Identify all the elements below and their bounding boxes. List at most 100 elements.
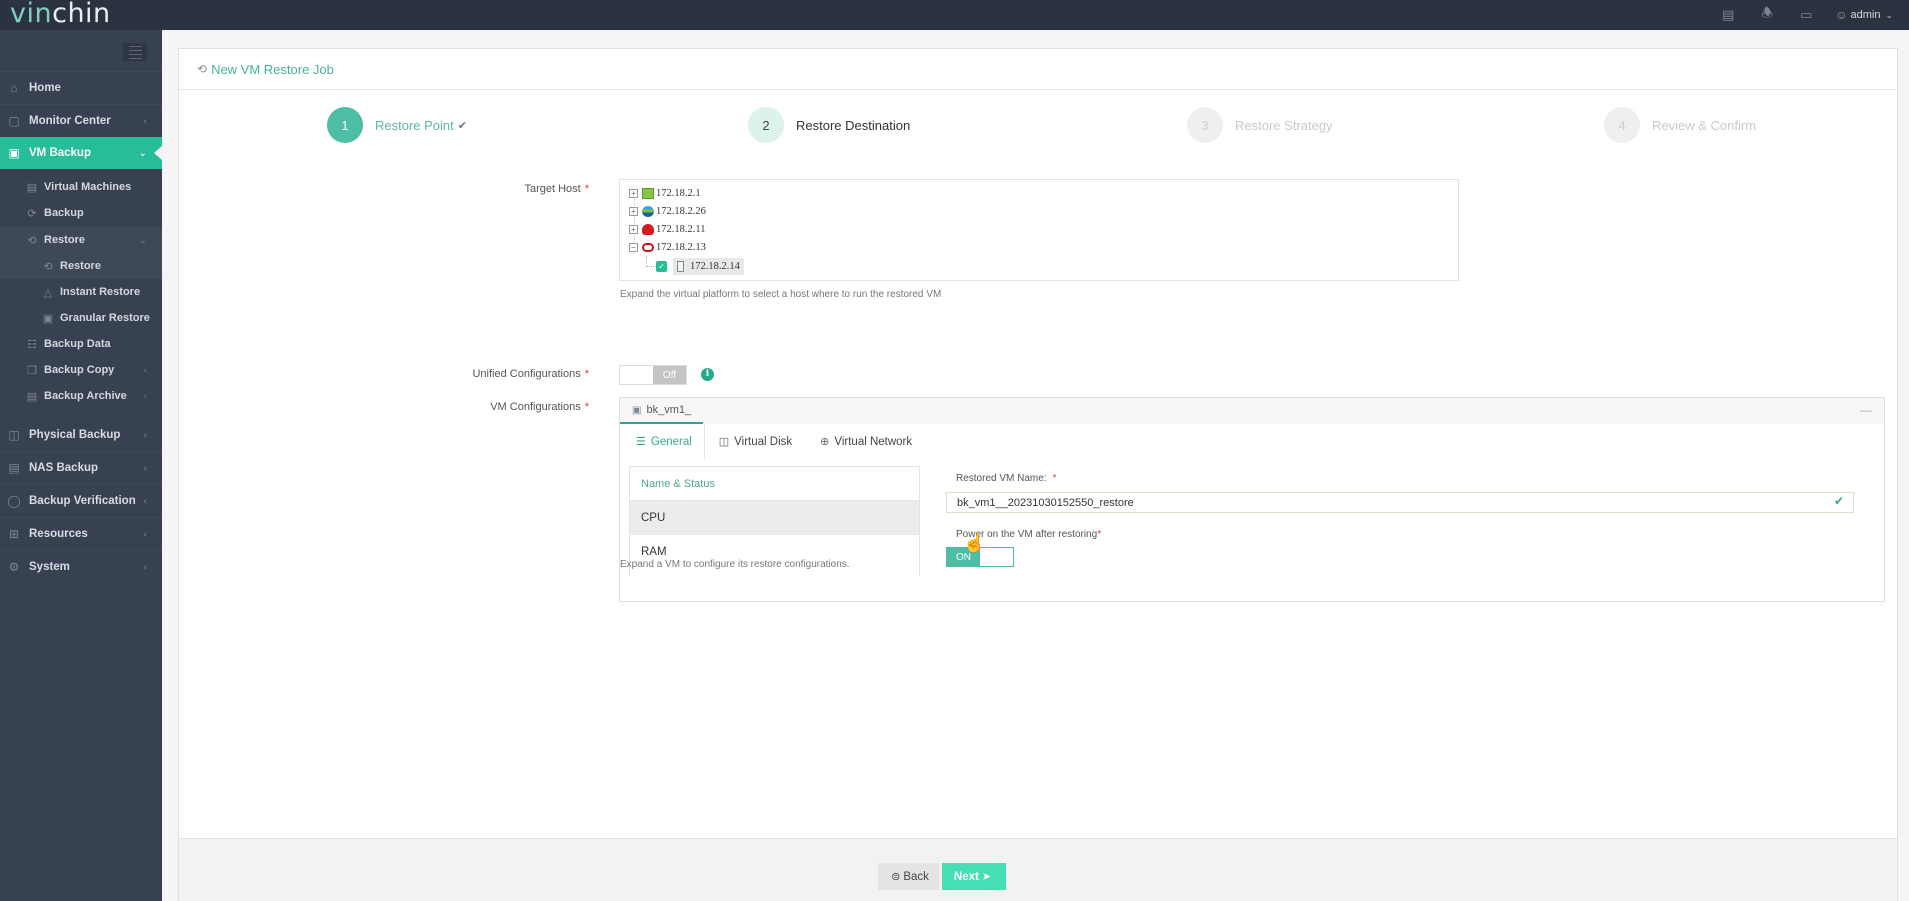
chevron-left-icon: ‹ [143,429,147,441]
panel-header: ⟲ New VM Restore Job [179,49,1897,90]
sidebar-item-instant-restore[interactable]: △ Instant Restore [0,279,162,305]
server-icon [677,260,684,272]
unified-config-toggle[interactable]: Off [619,365,687,385]
tree-node[interactable]: − 172.18.2.13 [629,239,706,255]
unified-config-label: Unified Configurations * [472,368,589,380]
vm-config-hint: Expand a VM to configure its restore con… [620,559,850,570]
rocket-icon: △ [43,286,53,299]
valid-check-icon: ✔ [1834,494,1845,508]
chevron-left-icon: ‹ [143,561,147,573]
globe-icon: ⊕ [820,436,830,448]
restore-icon: ⟲ [43,260,53,273]
collapse-button[interactable]: — [1860,403,1872,417]
target-host-tree: + 172.18.2.1 + 172.18.2.26 + 172.18.2.11… [619,179,1459,281]
step-number: 1 [327,107,363,143]
target-host-hint: Expand the virtual platform to select a … [620,289,942,300]
restore-job-panel: ⟲ New VM Restore Job 1 Restore Point ✔ 2… [178,48,1898,901]
vm-tab[interactable]: ▣ bk_vm1_ [620,398,703,424]
redhat-icon [642,223,654,235]
floppy-disk-icon: ◫ [718,436,730,448]
username: admin [1850,9,1881,21]
refresh-icon: ⟳ [27,207,37,220]
tab-virtual-disk[interactable]: ◫ Virtual Disk [705,424,806,459]
vm-config-label: VM Configurations * [490,401,589,413]
sidebar-item-virtual-machines[interactable]: ▤ Virtual Machines [0,174,162,200]
collapse-icon[interactable]: − [629,242,638,252]
user-icon: ☺ [1835,8,1848,22]
vinchin-logo[interactable]: vinchin [10,0,111,29]
next-button[interactable]: Next ➤ [942,863,1006,890]
sidebar-item-backup-data[interactable]: ☷ Backup Data [0,331,162,357]
step-restore-point: 1 Restore Point ✔ [327,107,467,143]
chevron-down-icon: ⌄ [138,234,147,246]
sidebar: ⌂ Home ▢ Monitor Center ‹ ▣ VM Backup ⌄ … [0,30,162,901]
chevron-down-icon: ⌄ [1885,9,1893,20]
bell-icon[interactable]: 🕭 [1757,5,1777,25]
resources-icon: ⊞ [8,527,20,541]
step-label: Restore Point [375,117,454,133]
monitor-center-icon: ▢ [8,114,20,128]
sidebar-item-resources[interactable]: ⊞ Resources ‹ [0,518,162,550]
hand-cursor-icon: ☝ [963,533,986,553]
vm-icon: ▣ [8,146,20,160]
sidebar-item-nas-backup[interactable]: ▤ NAS Backup ‹ [0,452,162,484]
list-item-cpu[interactable]: CPU [630,501,919,535]
task-list-icon[interactable]: ▤ [1718,5,1738,25]
vm-config-box: ▣ bk_vm1_ — ☰ General ◫ Virtual Disk ⊕ V… [619,397,1885,602]
checkbox-checked[interactable]: ✓ [656,260,667,272]
expand-icon[interactable]: + [629,224,638,234]
step-number: 2 [748,107,784,143]
expand-icon[interactable]: + [629,188,638,198]
sidebar-item-backup-verification[interactable]: ◯ Backup Verification ‹ [0,485,162,517]
monitor-icon[interactable]: ▭ [1796,5,1816,25]
sidebar-item-monitor-center[interactable]: ▢ Monitor Center ‹ [0,105,162,137]
sidebar-item-backup[interactable]: ⟳ Backup [0,200,162,226]
database-icon: ☷ [27,338,37,351]
step-label: Review & Confirm [1652,117,1757,133]
archive-icon: ▤ [26,390,38,403]
selected-host[interactable]: 172.18.2.14 [673,257,744,275]
verification-icon: ◯ [7,494,21,508]
chevron-left-icon: ‹ [143,115,147,127]
chevron-left-icon: ‹ [143,364,147,376]
vm-icon: ▣ [632,404,642,416]
wizard-footer: ⊜ Back Next ➤ [179,838,1897,901]
step-review-confirm: 4 Review & Confirm [1604,107,1756,143]
sidebar-item-home[interactable]: ⌂ Home [0,72,162,104]
restored-vm-name-input[interactable] [946,492,1854,513]
sidebar-item-granular-restore[interactable]: ▣ Granular Restore [0,305,162,331]
tab-virtual-network[interactable]: ⊕ Virtual Network [806,424,926,459]
gear-icon: ⚙ [8,560,20,574]
step-restore-strategy: 3 Restore Strategy [1187,107,1333,143]
expand-icon[interactable]: + [629,206,638,216]
granular-icon: ▣ [42,312,54,325]
sidebar-item-restore[interactable]: ⟲ Restore [0,253,162,279]
sidebar-item-backup-archive[interactable]: ▤ Backup Archive ‹ [0,383,162,409]
globe-platform-icon [642,205,654,217]
sidebar-item-system[interactable]: ⚙ System ‹ [0,551,162,583]
list-item-name-status[interactable]: Name & Status [630,467,919,501]
tree-node-host[interactable]: ✓ 172.18.2.14 [656,257,744,275]
tree-node[interactable]: + 172.18.2.11 [629,221,706,237]
tree-node[interactable]: + 172.18.2.26 [629,203,706,219]
arrow-left-circle-icon: ⊜ [891,871,901,883]
vmware-icon [642,187,654,199]
oracle-icon [642,242,654,252]
sidebar-collapse-button[interactable] [123,43,147,61]
check-icon: ✔ [457,119,467,132]
sidebar-item-physical-backup[interactable]: ◫ Physical Backup ‹ [0,419,162,451]
back-button[interactable]: ⊜ Back [878,863,939,890]
sidebar-item-backup-copy[interactable]: ❐ Backup Copy ‹ [0,357,162,383]
sidebar-item-restore-group[interactable]: ⟲ Restore ⌄ [0,227,162,253]
tab-general[interactable]: ☰ General [620,424,705,459]
sidebar-item-vm-backup[interactable]: ▣ VM Backup ⌄ [0,137,162,169]
restore-icon: ⟲ [197,62,208,76]
restored-vm-name-label: Restored VM Name: * [956,473,1057,484]
chevron-down-icon: ⌄ [138,147,147,159]
step-number: 3 [1187,107,1223,143]
chevron-left-icon: ‹ [143,495,147,507]
info-icon[interactable]: i [701,368,714,381]
user-menu[interactable]: ☺ admin ⌄ [1835,8,1893,22]
arrow-right-circle-icon: ➤ [981,871,992,883]
tree-node[interactable]: + 172.18.2.1 [629,185,701,201]
